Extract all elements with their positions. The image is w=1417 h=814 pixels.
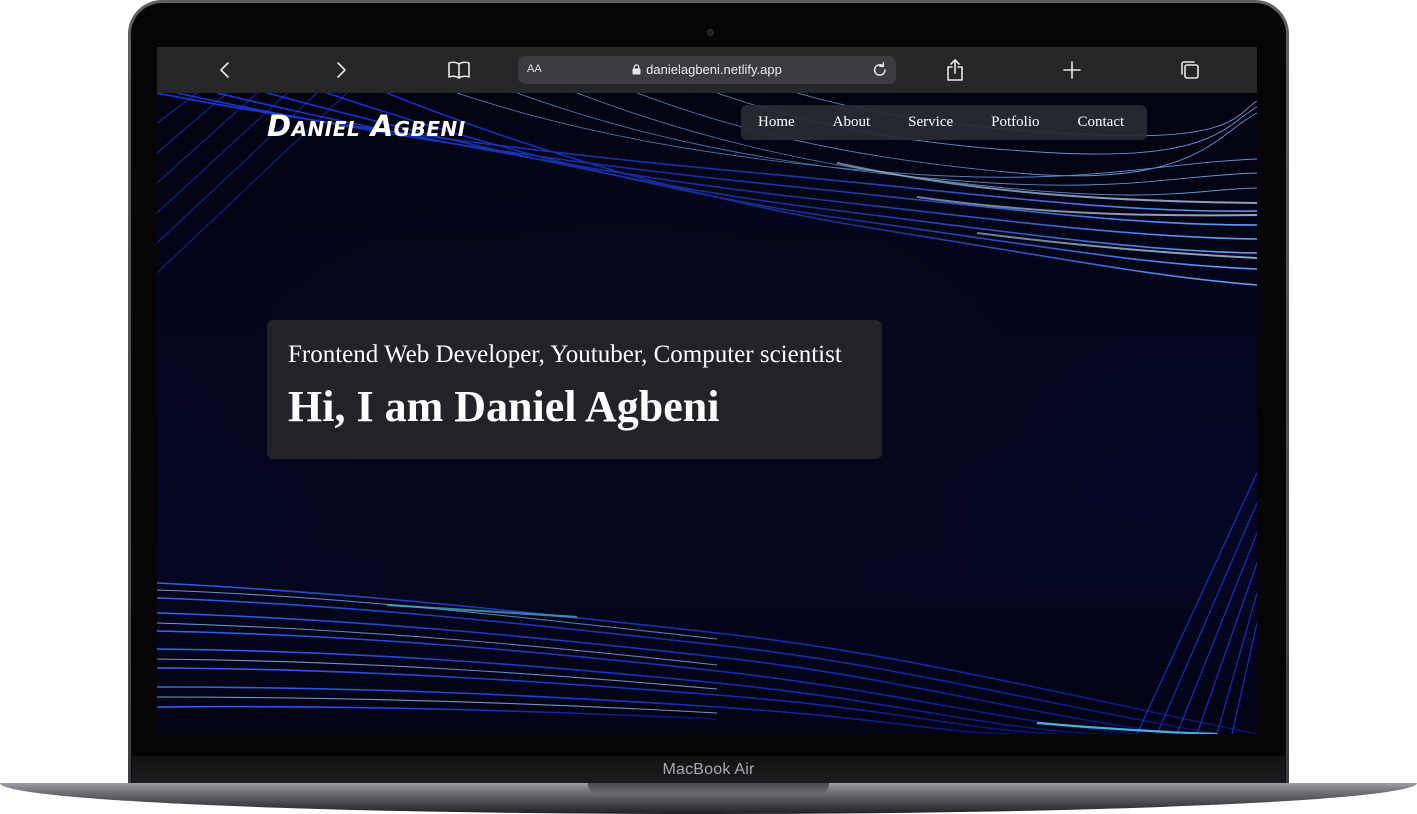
bookmarks-icon bbox=[448, 61, 470, 79]
hero-subtitle: Frontend Web Developer, Youtuber, Comput… bbox=[288, 341, 842, 368]
back-icon bbox=[220, 62, 229, 78]
url-text: danielagbeni.netlify.app bbox=[646, 62, 782, 77]
main-nav: Home About Service Potfolio Contact bbox=[741, 105, 1147, 140]
browser-window: AA danielagbeni.netlify.app Daniel Agben… bbox=[157, 47, 1257, 734]
browser-toolbar: AA danielagbeni.netlify.app bbox=[157, 47, 1257, 93]
webpage: Daniel Agbeni Home About Service Potfoli… bbox=[157, 93, 1257, 734]
lock-icon bbox=[632, 64, 641, 75]
address-bar[interactable]: AA danielagbeni.netlify.app bbox=[518, 56, 896, 84]
camera-icon bbox=[707, 29, 714, 36]
nav-about[interactable]: About bbox=[833, 114, 871, 131]
tabs-icon bbox=[1181, 61, 1199, 79]
hero-card: Frontend Web Developer, Youtuber, Comput… bbox=[267, 320, 882, 459]
laptop-chin: MacBook Air bbox=[132, 756, 1285, 784]
nav-portfolio[interactable]: Potfolio bbox=[991, 114, 1039, 131]
reload-button[interactable] bbox=[870, 60, 890, 80]
nav-contact[interactable]: Contact bbox=[1078, 114, 1125, 131]
forward-button[interactable] bbox=[326, 55, 356, 85]
new-tab-icon bbox=[1063, 61, 1081, 79]
site-logo[interactable]: Daniel Agbeni bbox=[267, 109, 466, 143]
nav-home[interactable]: Home bbox=[758, 114, 795, 131]
new-tab-button[interactable] bbox=[1057, 55, 1087, 85]
back-button[interactable] bbox=[210, 55, 240, 85]
laptop-hinge-notch bbox=[588, 783, 829, 794]
forward-icon bbox=[337, 62, 346, 78]
reload-icon bbox=[873, 62, 886, 76]
share-button[interactable] bbox=[940, 55, 970, 85]
hero-title: Hi, I am Daniel Agbeni bbox=[288, 382, 720, 431]
tabs-button[interactable] bbox=[1175, 55, 1205, 85]
url-display[interactable]: danielagbeni.netlify.app bbox=[518, 62, 896, 77]
device-label: MacBook Air bbox=[662, 761, 755, 778]
share-icon bbox=[947, 59, 963, 81]
nav-service[interactable]: Service bbox=[908, 114, 953, 131]
bookmarks-button[interactable] bbox=[444, 55, 474, 85]
